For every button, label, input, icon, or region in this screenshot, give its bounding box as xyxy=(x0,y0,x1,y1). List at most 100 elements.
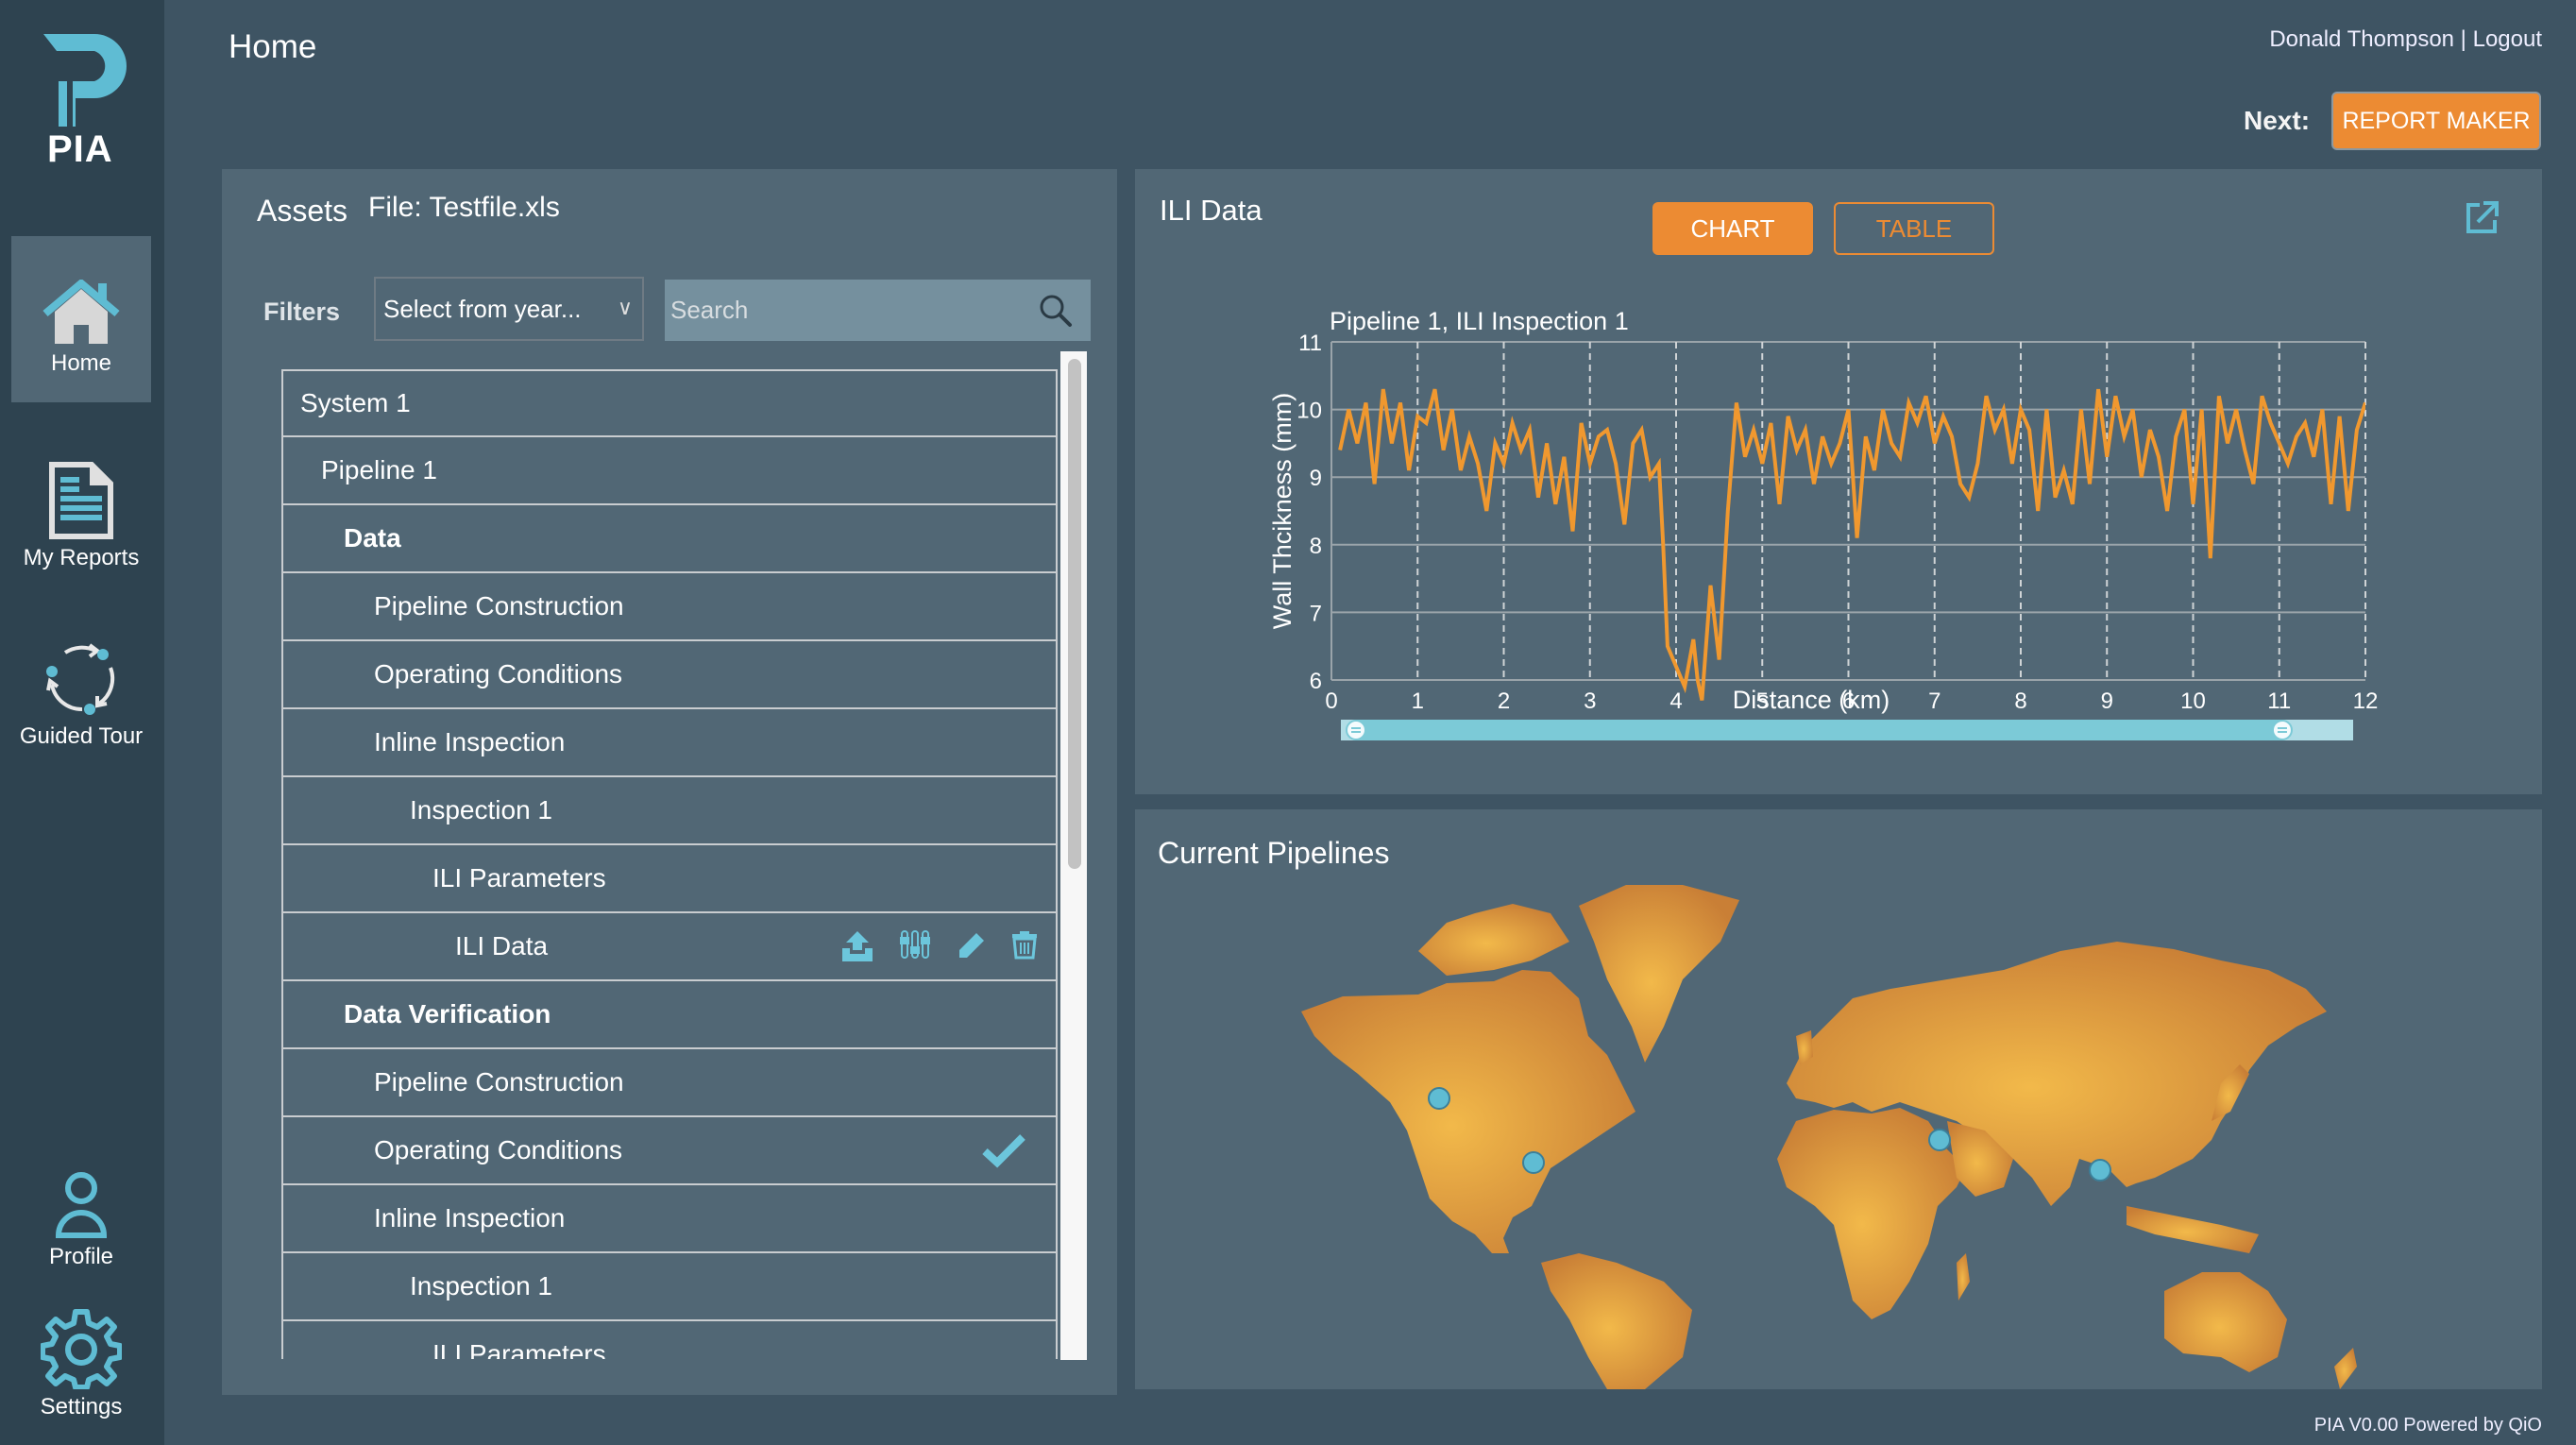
continent-south-america xyxy=(1541,1253,1692,1389)
user-name[interactable]: Donald Thompson xyxy=(2269,26,2454,52)
ili-data-panel: ILI Data CHART TABLE 6 7 8 9 10 11 0 1 2 3 4 5 6 7 8 9 1… xyxy=(1135,169,2542,794)
range-slider-handle[interactable] xyxy=(2271,720,2293,740)
x-tick-label: 9 xyxy=(2101,688,2113,714)
tree-row[interactable]: System 1 xyxy=(281,369,1058,437)
tree-scroll-thumb[interactable] xyxy=(1068,359,1081,869)
footer-version: PIA V0.00 Powered by QiO xyxy=(2313,1415,2542,1436)
sidebar-item-my-reports[interactable]: My Reports xyxy=(11,461,151,584)
sidebar-item-guided-tour[interactable]: Guided Tour xyxy=(11,638,151,760)
y-tick-label: 6 xyxy=(1310,669,1322,694)
home-icon xyxy=(42,278,120,344)
island-madagascar xyxy=(1957,1253,1970,1300)
continent-australia xyxy=(2164,1272,2287,1372)
world-map[interactable] xyxy=(1135,809,2542,1389)
y-tick-label: 9 xyxy=(1310,466,1322,491)
tree-row-label: Data Verification xyxy=(344,999,551,1028)
pia-logo-icon xyxy=(43,34,127,127)
x-tick-label: 1 xyxy=(1412,688,1424,714)
tree-row[interactable]: Inline Inspection xyxy=(281,1185,1058,1253)
assets-title: Assets xyxy=(257,194,348,228)
tree-row-label: Operating Conditions xyxy=(374,659,623,688)
asset-tree: System 1 Pipeline 1 Data Pipeline Construct… xyxy=(281,369,1058,1359)
x-axis-label: Distance (km) xyxy=(1733,686,1890,714)
sidebar-item-label: Home xyxy=(50,350,112,376)
tree-row[interactable]: Inspection 1 xyxy=(281,1253,1058,1321)
tree-row[interactable]: ILI Data xyxy=(281,913,1058,981)
year-select-value: Select from year... xyxy=(383,294,582,323)
x-tick-label: 3 xyxy=(1584,688,1596,714)
sliders-icon[interactable] xyxy=(899,929,931,968)
tree-row-label: Inline Inspection xyxy=(374,1203,566,1232)
pipeline-marker[interactable] xyxy=(2089,1159,2111,1182)
x-tick-label: 11 xyxy=(2267,688,2291,714)
search-icon[interactable] xyxy=(1038,293,1074,329)
user-icon xyxy=(55,1172,108,1238)
y-tick-label: 8 xyxy=(1310,534,1322,559)
sidebar-item-label: Settings xyxy=(40,1394,123,1420)
tree-scrollbar[interactable] xyxy=(1060,351,1087,1360)
chart-title: Pipeline 1, ILI Inspection 1 xyxy=(1330,307,1629,335)
tree-row[interactable]: Pipeline 1 xyxy=(281,437,1058,505)
x-tick-label: 8 xyxy=(2014,688,2026,714)
logout-link[interactable]: Logout xyxy=(2473,26,2542,52)
range-slider-selection xyxy=(1356,720,2282,740)
search-input[interactable] xyxy=(665,296,1024,325)
checkmark-icon xyxy=(982,1132,1025,1175)
file-label: File: Testfile.xls xyxy=(368,192,560,223)
tree-row-label: ILI Data xyxy=(455,931,549,960)
pipeline-marker[interactable] xyxy=(1522,1151,1545,1174)
pipeline-marker[interactable] xyxy=(1428,1087,1450,1110)
tree-row-label: ILI Parameters xyxy=(432,1339,606,1359)
report-maker-button[interactable]: REPORT MAKER xyxy=(2331,92,2541,150)
sidebar-item-settings[interactable]: Settings xyxy=(11,1308,151,1431)
sidebar-item-home[interactable]: Home xyxy=(11,236,151,402)
sidebar-item-label: Profile xyxy=(48,1244,114,1269)
gear-icon xyxy=(40,1309,123,1390)
cycle-icon xyxy=(46,643,115,715)
x-tick-label: 7 xyxy=(1928,688,1940,714)
x-tick-label: 12 xyxy=(2353,688,2379,714)
document-icon xyxy=(49,462,113,539)
user-separator: | xyxy=(2454,26,2473,52)
x-tick-label: 0 xyxy=(1325,688,1337,714)
assets-panel: Assets File: Testfile.xls Filters Select… xyxy=(222,169,1117,1395)
year-select[interactable]: Select from year... ∨ xyxy=(374,277,644,341)
page-title: Home xyxy=(229,28,317,65)
tree-row-label: ILI Parameters xyxy=(432,863,606,892)
tree-row[interactable]: Pipeline Construction xyxy=(281,573,1058,641)
tree-row[interactable]: Data xyxy=(281,505,1058,573)
tree-row-label: Inspection 1 xyxy=(410,1271,552,1300)
island-new-zealand xyxy=(2334,1348,2357,1389)
sidebar-item-label: Guided Tour xyxy=(19,723,144,749)
tree-row-label: Inspection 1 xyxy=(410,795,552,824)
tree-row[interactable]: ILI Parameters xyxy=(281,845,1058,913)
tree-row-label: System 1 xyxy=(300,388,411,417)
search-box xyxy=(665,280,1091,341)
upload-icon[interactable] xyxy=(840,929,874,968)
tree-row[interactable]: Inline Inspection xyxy=(281,709,1058,777)
row-actions xyxy=(840,929,1039,968)
tree-row-label: Pipeline 1 xyxy=(321,455,437,484)
tree-row[interactable]: Operating Conditions xyxy=(281,1117,1058,1185)
continent-north-america xyxy=(1301,970,1635,1253)
tree-row[interactable]: Inspection 1 xyxy=(281,777,1058,845)
tree-row[interactable]: Pipeline Construction xyxy=(281,1049,1058,1117)
pipeline-marker[interactable] xyxy=(1928,1129,1951,1151)
ili-line-chart: 678910110 1 2 3 4 5 6 7 8 9 10 11 12Pipeline 1, ILI … xyxy=(1268,307,2379,740)
filters-label: Filters xyxy=(263,298,341,326)
tree-row[interactable]: Data Verification xyxy=(281,981,1058,1049)
pencil-icon[interactable] xyxy=(956,929,986,968)
continent-greenland xyxy=(1579,885,1739,1062)
region-se-asia-islands xyxy=(2127,1206,2259,1253)
y-tick-label: 7 xyxy=(1310,601,1322,626)
range-slider-handle[interactable] xyxy=(1346,720,1366,740)
next-label: Next: xyxy=(2244,106,2311,135)
tree-row[interactable]: ILI Parameters xyxy=(281,1321,1058,1359)
trash-icon[interactable] xyxy=(1010,929,1039,968)
x-tick-label: 10 xyxy=(2180,688,2206,714)
tree-row[interactable]: Operating Conditions xyxy=(281,641,1058,709)
sidebar-item-label: My Reports xyxy=(23,545,140,570)
sidebar-item-profile[interactable]: Profile xyxy=(11,1171,151,1275)
continent-arctic-islands xyxy=(1418,904,1569,976)
tree-row-label: Inline Inspection xyxy=(374,727,566,756)
